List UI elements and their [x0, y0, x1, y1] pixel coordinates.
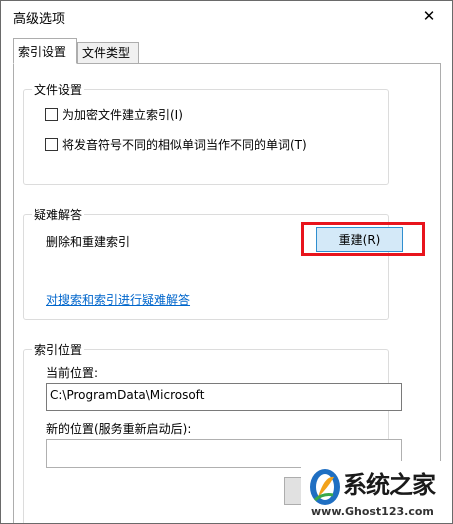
- rebuild-highlight-annotation: [301, 222, 425, 256]
- title-bar: 高级选项 ✕: [1, 1, 452, 32]
- troubleshooting-title: 疑难解答: [32, 206, 85, 223]
- diacritics-label: 将发音符号不同的相似单词当作不同的单词(T): [62, 137, 307, 152]
- watermark-url: www.Ghost123.com: [311, 505, 434, 518]
- rebuild-index-label: 删除和重建索引: [46, 235, 131, 249]
- current-location-field: C:\ProgramData\Microsoft: [46, 383, 402, 411]
- encrypt-files-checkbox[interactable]: [45, 107, 58, 121]
- tab-index-settings[interactable]: 索引设置: [13, 38, 77, 64]
- index-location-title: 索引位置: [32, 341, 85, 358]
- close-button[interactable]: ✕: [412, 2, 446, 30]
- watermark-logo-icon: [310, 469, 340, 505]
- encrypt-files-option[interactable]: 为加密文件建立索引(I): [45, 105, 183, 123]
- encrypt-files-label: 为加密文件建立索引(I): [62, 107, 183, 122]
- site-watermark: 系统之家 www.Ghost123.com: [301, 461, 452, 523]
- advanced-options-dialog: 高级选项 ✕ 索引设置 文件类型 文件设置 为加密文件建立索引(I) 将发音符号…: [0, 0, 453, 524]
- window-title: 高级选项: [13, 12, 66, 27]
- file-settings-title: 文件设置: [32, 81, 85, 98]
- watermark-brand: 系统之家: [343, 471, 436, 499]
- diacritics-option[interactable]: 将发音符号不同的相似单词当作不同的单词(T): [45, 135, 307, 153]
- troubleshoot-search-link[interactable]: 对搜索和索引进行疑难解答: [46, 291, 190, 308]
- diacritics-checkbox[interactable]: [45, 137, 58, 151]
- tab-strip: 索引设置 文件类型: [13, 38, 443, 64]
- new-location-label: 新的位置(服务重新启动后):: [46, 422, 192, 436]
- tab-file-types[interactable]: 文件类型: [77, 42, 139, 64]
- close-icon: ✕: [422, 7, 436, 25]
- current-location-label: 当前位置:: [46, 366, 99, 380]
